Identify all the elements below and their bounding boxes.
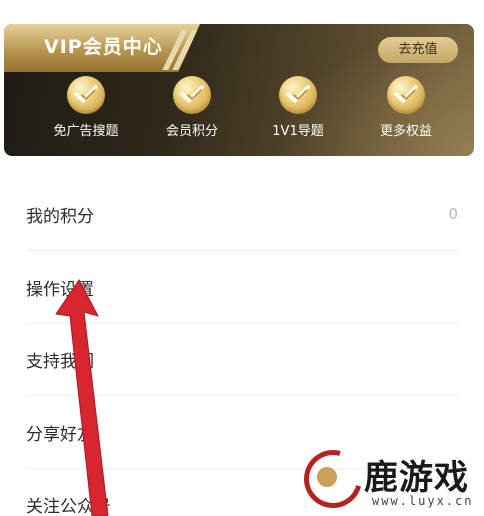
benefit-more-rights[interactable]: 更多权益 <box>356 74 456 146</box>
menu-item-label: 操作设置 <box>26 279 94 300</box>
benefit-label: 更多权益 <box>379 124 432 139</box>
benefit-label: 会员积分 <box>165 124 218 139</box>
gold-check-badge-icon <box>67 76 105 114</box>
deer-logo-inner <box>314 464 340 490</box>
gold-check-badge-icon <box>387 76 425 114</box>
menu-item-operation-settings[interactable]: 操作设置 <box>26 251 458 324</box>
benefit-member-points[interactable]: 会员积分 <box>142 74 242 146</box>
gold-check-badge-icon <box>279 76 317 114</box>
watermark-url: www.luyx.cn <box>372 494 474 508</box>
menu-item-support-us[interactable]: 支持我们 <box>26 323 458 396</box>
benefit-ad-free-search[interactable]: 免广告搜题 <box>36 74 136 146</box>
benefit-1v1-guide[interactable]: 1V1导题 <box>248 74 348 146</box>
watermark-brand: 鹿游戏 <box>364 458 469 498</box>
benefit-label: 1V1导题 <box>272 124 324 139</box>
menu-item-label: 关注公众号 <box>26 497 111 516</box>
menu-item-my-points[interactable]: 我的积分 0 <box>26 178 458 251</box>
gold-check-badge-icon <box>173 76 211 114</box>
menu-item-label: 支持我们 <box>26 351 94 372</box>
vip-title: VIP会员中心 <box>44 36 163 58</box>
vip-member-card[interactable]: VIP会员中心 去充值 免广告搜题 会员积分 1V1导题 更多权益 <box>4 24 474 156</box>
menu-item-label: 我的积分 <box>26 206 94 227</box>
menu-item-label: 分享好友 <box>26 424 94 445</box>
recharge-button[interactable]: 去充值 <box>378 37 458 63</box>
benefit-label: 免广告搜题 <box>53 124 119 139</box>
points-value: 0 <box>448 205 458 223</box>
site-watermark: 鹿游戏 www.luyx.cn <box>293 439 484 516</box>
